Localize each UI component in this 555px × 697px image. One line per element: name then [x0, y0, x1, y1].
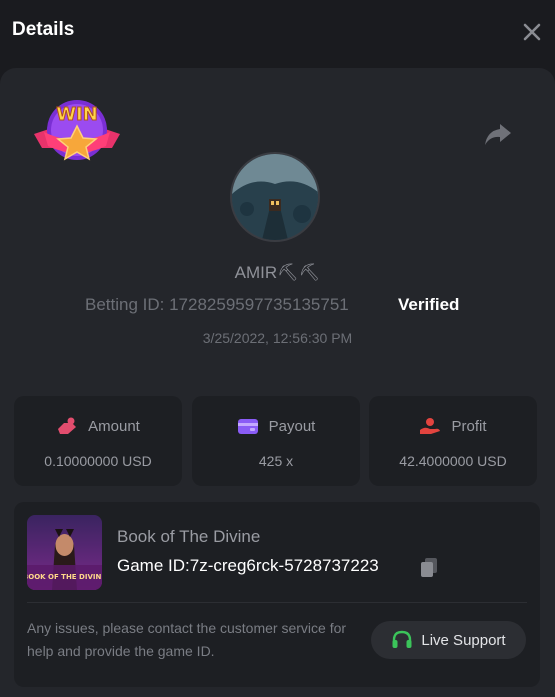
avatar [230, 152, 320, 242]
page-title: Details [12, 19, 75, 40]
win-star-badge-icon: WIN [34, 100, 120, 161]
game-id: Game ID:7z-creg6rck-5728737223 [117, 556, 379, 575]
game-thumbnail-caption: BOOK OF THE DIVINE [27, 573, 102, 581]
live-support-button[interactable]: Live Support [371, 621, 526, 659]
stat-amount: Amount 0.10000000 USD [14, 396, 182, 486]
wallet-icon [237, 419, 258, 434]
stat-payout-label: Payout [268, 417, 316, 435]
game-thumbnail[interactable]: BOOK OF THE DIVINE [27, 515, 102, 590]
headset-icon [392, 630, 412, 648]
game-card: BOOK OF THE DIVINE Book of The Divine Ga… [14, 502, 540, 687]
close-icon[interactable] [518, 18, 546, 46]
divider [27, 602, 527, 603]
stat-profit: Profit 42.4000000 USD [369, 396, 537, 486]
username: AMIR⛏⛏ [234, 263, 321, 282]
betting-id: Betting ID: 1728259597735135751 [85, 295, 349, 314]
details-header: Details [0, 0, 555, 66]
help-text: Any issues, please contact the customer … [27, 620, 347, 659]
bet-datetime: 3/25/2022, 12:56:30 PM [202, 330, 353, 346]
share-icon[interactable] [482, 118, 514, 150]
game-name: Book of The Divine [117, 527, 261, 546]
amount-icon [58, 417, 77, 434]
stat-payout-value: 425 x [258, 453, 294, 469]
stat-amount-label: Amount [88, 417, 140, 435]
betting-info: Betting ID: 1728259597735135751 Verified [0, 295, 555, 319]
win-badge-text: WIN [56, 104, 98, 125]
stat-payout: Payout 425 x [192, 396, 360, 486]
stat-amount-value: 0.10000000 USD [44, 453, 152, 469]
stat-profit-label: Profit [451, 417, 487, 435]
live-support-label: Live Support [421, 631, 506, 649]
profit-icon [420, 418, 441, 434]
stat-profit-value: 42.4000000 USD [399, 453, 507, 469]
verified-label: Verified [398, 295, 460, 314]
copy-icon[interactable] [418, 556, 440, 578]
